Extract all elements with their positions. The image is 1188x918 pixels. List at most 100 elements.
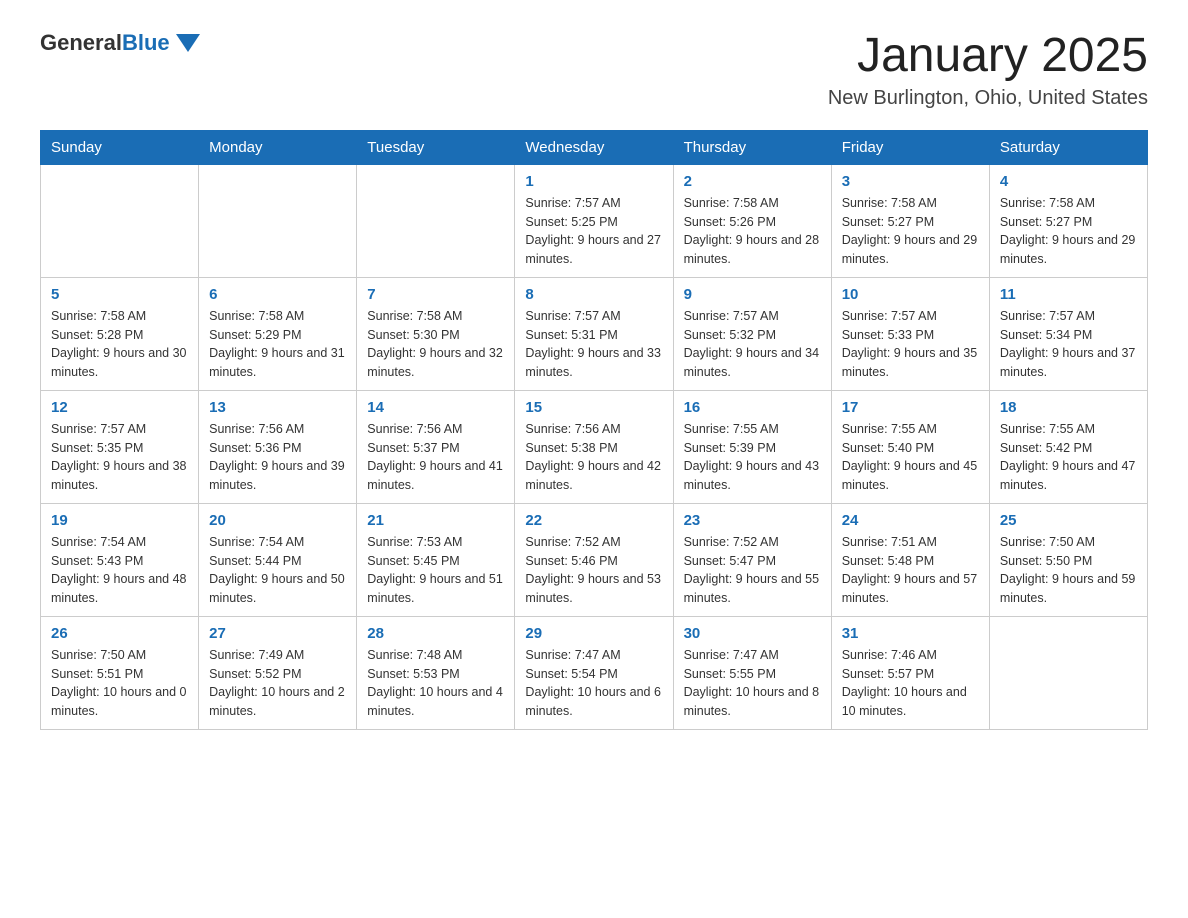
day-number: 20: [209, 512, 346, 529]
day-number: 30: [684, 625, 821, 642]
calendar-day-cell: 20 Sunrise: 7:54 AMSunset: 5:44 PMDayligh…: [199, 503, 357, 616]
location-title: New Burlington, Ohio, United States: [828, 87, 1148, 110]
day-info: Sunrise: 7:58 AMSunset: 5:29 PMDaylight:…: [209, 307, 346, 382]
day-number: 26: [51, 625, 188, 642]
day-info: Sunrise: 7:57 AMSunset: 5:34 PMDaylight:…: [1000, 307, 1137, 382]
calendar-day-header: Thursday: [673, 130, 831, 164]
calendar-day-header: Saturday: [989, 130, 1147, 164]
day-number: 23: [684, 512, 821, 529]
calendar-day-cell: 17 Sunrise: 7:55 AMSunset: 5:40 PMDayligh…: [831, 390, 989, 503]
day-info: Sunrise: 7:51 AMSunset: 5:48 PMDaylight:…: [842, 533, 979, 608]
calendar-day-cell: 22 Sunrise: 7:52 AMSunset: 5:46 PMDayligh…: [515, 503, 673, 616]
calendar-day-cell: 15Sunrise: 7:56 AMSunset: 5:38 PMDayligh…: [515, 390, 673, 503]
day-info: Sunrise: 7:52 AMSunset: 5:47 PMDaylight:…: [684, 533, 821, 608]
day-number: 29: [525, 625, 662, 642]
calendar-day-cell: 19Sunrise: 7:54 AMSunset: 5:43 PMDayligh…: [41, 503, 199, 616]
calendar-day-cell: 30 Sunrise: 7:47 AMSunset: 5:55 PMDayligh…: [673, 616, 831, 729]
calendar-day-cell: 11 Sunrise: 7:57 AMSunset: 5:34 PMDayligh…: [989, 277, 1147, 390]
title-area: January 2025 New Burlington, Ohio, Unite…: [828, 30, 1148, 110]
day-number: 24: [842, 512, 979, 529]
calendar-day-cell: 18 Sunrise: 7:55 AMSunset: 5:42 PMDayligh…: [989, 390, 1147, 503]
calendar-day-cell: 14 Sunrise: 7:56 AMSunset: 5:37 PMDayligh…: [357, 390, 515, 503]
day-number: 14: [367, 399, 504, 416]
day-info: Sunrise: 7:52 AMSunset: 5:46 PMDaylight:…: [525, 533, 662, 608]
calendar-day-cell: 21 Sunrise: 7:53 AMSunset: 5:45 PMDayligh…: [357, 503, 515, 616]
calendar-day-cell: [199, 164, 357, 277]
calendar-day-cell: 2 Sunrise: 7:58 AMSunset: 5:26 PMDaylight…: [673, 164, 831, 277]
calendar-day-cell: 13 Sunrise: 7:56 AMSunset: 5:36 PMDayligh…: [199, 390, 357, 503]
calendar-header-row: SundayMondayTuesdayWednesdayThursdayFrid…: [41, 130, 1148, 164]
day-info: Sunrise: 7:58 AMSunset: 5:30 PMDaylight:…: [367, 307, 504, 382]
day-number: 16: [684, 399, 821, 416]
month-title: January 2025: [828, 30, 1148, 83]
calendar-week-row: 5Sunrise: 7:58 AMSunset: 5:28 PMDaylight…: [41, 277, 1148, 390]
day-number: 6: [209, 286, 346, 303]
day-number: 19: [51, 512, 188, 529]
day-info: Sunrise: 7:58 AMSunset: 5:27 PMDaylight:…: [842, 194, 979, 269]
logo-text: GeneralBlue: [40, 30, 170, 56]
day-info: Sunrise: 7:50 AMSunset: 5:50 PMDaylight:…: [1000, 533, 1137, 608]
logo[interactable]: GeneralBlue: [40, 30, 200, 56]
day-info: Sunrise: 7:58 AMSunset: 5:27 PMDaylight:…: [1000, 194, 1137, 269]
day-number: 8: [525, 286, 662, 303]
calendar-day-cell: [357, 164, 515, 277]
calendar-day-header: Sunday: [41, 130, 199, 164]
day-info: Sunrise: 7:57 AMSunset: 5:25 PMDaylight:…: [525, 194, 662, 269]
day-info: Sunrise: 7:57 AMSunset: 5:33 PMDaylight:…: [842, 307, 979, 382]
calendar-day-cell: 8 Sunrise: 7:57 AMSunset: 5:31 PMDaylight…: [515, 277, 673, 390]
calendar-day-cell: 5Sunrise: 7:58 AMSunset: 5:28 PMDaylight…: [41, 277, 199, 390]
day-info: Sunrise: 7:55 AMSunset: 5:42 PMDaylight:…: [1000, 420, 1137, 495]
day-info: Sunrise: 7:58 AMSunset: 5:28 PMDaylight:…: [51, 307, 188, 382]
calendar-day-cell: 23 Sunrise: 7:52 AMSunset: 5:47 PMDayligh…: [673, 503, 831, 616]
day-info: Sunrise: 7:46 AMSunset: 5:57 PMDaylight:…: [842, 646, 979, 721]
calendar-day-cell: 3 Sunrise: 7:58 AMSunset: 5:27 PMDaylight…: [831, 164, 989, 277]
day-number: 1: [525, 173, 662, 190]
calendar-day-cell: 24 Sunrise: 7:51 AMSunset: 5:48 PMDayligh…: [831, 503, 989, 616]
day-info: Sunrise: 7:50 AMSunset: 5:51 PMDaylight:…: [51, 646, 188, 721]
calendar-day-cell: 4 Sunrise: 7:58 AMSunset: 5:27 PMDaylight…: [989, 164, 1147, 277]
day-number: 7: [367, 286, 504, 303]
calendar-day-header: Wednesday: [515, 130, 673, 164]
day-number: 15: [525, 399, 662, 416]
day-info: Sunrise: 7:56 AMSunset: 5:36 PMDaylight:…: [209, 420, 346, 495]
page-header: GeneralBlue January 2025 New Burlington,…: [40, 30, 1148, 110]
calendar-day-cell: 6 Sunrise: 7:58 AMSunset: 5:29 PMDaylight…: [199, 277, 357, 390]
calendar-day-cell: [41, 164, 199, 277]
calendar-day-cell: [989, 616, 1147, 729]
day-number: 10: [842, 286, 979, 303]
day-info: Sunrise: 7:58 AMSunset: 5:26 PMDaylight:…: [684, 194, 821, 269]
day-info: Sunrise: 7:57 AMSunset: 5:35 PMDaylight:…: [51, 420, 188, 495]
calendar-day-cell: 26 Sunrise: 7:50 AMSunset: 5:51 PMDayligh…: [41, 616, 199, 729]
day-number: 4: [1000, 173, 1137, 190]
day-info: Sunrise: 7:47 AMSunset: 5:54 PMDaylight:…: [525, 646, 662, 721]
day-info: Sunrise: 7:47 AMSunset: 5:55 PMDaylight:…: [684, 646, 821, 721]
day-number: 13: [209, 399, 346, 416]
calendar-day-cell: 29 Sunrise: 7:47 AMSunset: 5:54 PMDayligh…: [515, 616, 673, 729]
day-info: Sunrise: 7:56 AMSunset: 5:37 PMDaylight:…: [367, 420, 504, 495]
day-number: 27: [209, 625, 346, 642]
calendar-day-cell: 31 Sunrise: 7:46 AMSunset: 5:57 PMDayligh…: [831, 616, 989, 729]
calendar-day-cell: 9 Sunrise: 7:57 AMSunset: 5:32 PMDaylight…: [673, 277, 831, 390]
day-number: 18: [1000, 399, 1137, 416]
calendar-day-header: Monday: [199, 130, 357, 164]
day-number: 11: [1000, 286, 1137, 303]
calendar-day-header: Friday: [831, 130, 989, 164]
day-info: Sunrise: 7:53 AMSunset: 5:45 PMDaylight:…: [367, 533, 504, 608]
calendar-week-row: 26 Sunrise: 7:50 AMSunset: 5:51 PMDayligh…: [41, 616, 1148, 729]
day-info: Sunrise: 7:55 AMSunset: 5:40 PMDaylight:…: [842, 420, 979, 495]
day-info: Sunrise: 7:48 AMSunset: 5:53 PMDaylight:…: [367, 646, 504, 721]
day-number: 17: [842, 399, 979, 416]
day-number: 22: [525, 512, 662, 529]
day-number: 21: [367, 512, 504, 529]
calendar-week-row: 12Sunrise: 7:57 AMSunset: 5:35 PMDayligh…: [41, 390, 1148, 503]
day-info: Sunrise: 7:55 AMSunset: 5:39 PMDaylight:…: [684, 420, 821, 495]
day-number: 3: [842, 173, 979, 190]
day-number: 28: [367, 625, 504, 642]
day-info: Sunrise: 7:57 AMSunset: 5:32 PMDaylight:…: [684, 307, 821, 382]
day-number: 2: [684, 173, 821, 190]
day-number: 31: [842, 625, 979, 642]
day-info: Sunrise: 7:54 AMSunset: 5:44 PMDaylight:…: [209, 533, 346, 608]
day-number: 9: [684, 286, 821, 303]
calendar-day-header: Tuesday: [357, 130, 515, 164]
day-info: Sunrise: 7:57 AMSunset: 5:31 PMDaylight:…: [525, 307, 662, 382]
